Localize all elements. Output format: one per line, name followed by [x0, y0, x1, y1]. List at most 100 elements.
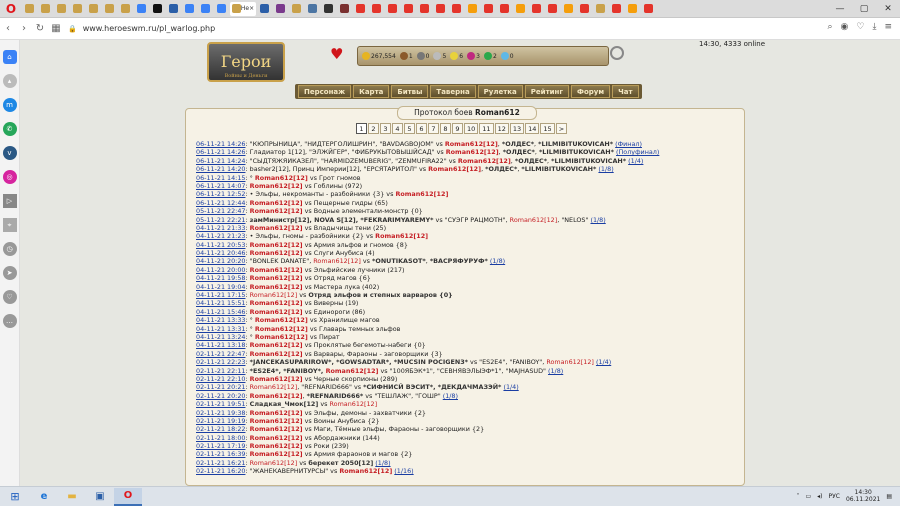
player-link[interactable]: Roman612[12]	[250, 299, 303, 307]
instagram-icon[interactable]: ◎	[2, 170, 17, 184]
windows-start-icon[interactable]: ⊞	[0, 487, 30, 506]
battle-date-link[interactable]: 02-11-21 20:20	[196, 392, 245, 400]
battle-date-link[interactable]: 02-11-21 19:38	[196, 409, 245, 417]
browser-tab[interactable]	[289, 2, 304, 16]
download-icon[interactable]: ⤓	[872, 22, 876, 32]
battle-date-link[interactable]: 04-11-21 19:58	[196, 274, 245, 282]
battle-date-link[interactable]: 06-11-21 14:20	[196, 165, 245, 173]
player-link[interactable]: Roman612[12]	[250, 224, 303, 232]
battle-date-link[interactable]: 06-11-21 14:26	[196, 148, 245, 156]
tournament-round-link[interactable]: (Финал)	[615, 140, 642, 148]
browser-tab[interactable]	[321, 2, 336, 16]
tab-close-icon[interactable]: ×	[249, 5, 254, 12]
player-link[interactable]: Roman612[12]	[250, 249, 303, 257]
battle-date-link[interactable]: 04-11-21 15:46	[196, 308, 245, 316]
menu-rating[interactable]: Рейтинг	[524, 85, 570, 98]
tournament-round-link[interactable]: (1/8)	[598, 165, 613, 173]
file-explorer-icon[interactable]: ▬	[58, 488, 86, 506]
browser-tab[interactable]	[433, 2, 448, 16]
search-icon[interactable]: ⌕	[827, 22, 832, 32]
page-link[interactable]: 8	[440, 123, 451, 134]
clock[interactable]: 14:30 06.11.2021	[846, 489, 880, 503]
battle-date-link[interactable]: 06-11-21 14:15	[196, 174, 245, 182]
volume-icon[interactable]: ◂)	[817, 493, 822, 500]
menu-battles[interactable]: Битвы	[391, 85, 429, 98]
browser-tab[interactable]	[497, 2, 512, 16]
page-link[interactable]: 14	[525, 123, 540, 134]
home-grid-icon[interactable]: ▦	[48, 23, 64, 34]
player-link[interactable]: Roman612[12]	[250, 425, 303, 433]
browser-tab[interactable]	[166, 2, 181, 16]
tournament-round-link[interactable]: (1/4)	[628, 157, 643, 165]
battle-date-link[interactable]: 04-11-21 21:33	[196, 224, 245, 232]
battle-date-link[interactable]: 02-11-21 22:23	[196, 358, 245, 366]
player-link[interactable]: Roman612[12]	[250, 417, 303, 425]
player-link[interactable]: Roman612[12]	[250, 383, 298, 391]
player-link[interactable]: Roman612[12]	[250, 182, 303, 190]
player-link[interactable]: Roman612[12]	[255, 174, 308, 182]
tournament-round-link[interactable]: (1/4)	[596, 358, 611, 366]
page-link[interactable]: 12	[494, 123, 509, 134]
battle-date-link[interactable]: 02-11-21 16:21	[196, 459, 245, 467]
tournament-round-link[interactable]: (1/8)	[375, 459, 390, 467]
opera-taskbar-icon[interactable]: O	[114, 487, 142, 506]
page-link[interactable]: 11	[479, 123, 494, 134]
browser-tab[interactable]	[182, 2, 197, 16]
battle-date-link[interactable]: 02-11-21 18:22	[196, 425, 245, 433]
browser-tab[interactable]	[577, 2, 592, 16]
battle-date-link[interactable]: 06-11-21 12:44	[196, 199, 245, 207]
browser-tab[interactable]	[625, 2, 640, 16]
player-link[interactable]: Roman612[12]	[446, 148, 499, 156]
battle-date-link[interactable]: 02-11-21 22:47	[196, 350, 245, 358]
battle-date-link[interactable]: 04-11-21 20:53	[196, 241, 245, 249]
browser-tab[interactable]	[70, 2, 85, 16]
maximize-icon[interactable]: ▢	[852, 0, 876, 18]
player-link[interactable]: Roman612[12]	[250, 266, 303, 274]
player-link[interactable]: Roman612[12]	[428, 165, 481, 173]
browser-tab[interactable]	[257, 2, 272, 16]
monitor-icon[interactable]: ▣	[86, 488, 114, 506]
player-link[interactable]: Roman612[12]	[445, 140, 498, 148]
browser-tab[interactable]	[86, 2, 101, 16]
battle-date-link[interactable]: 02-11-21 18:00	[196, 434, 245, 442]
page-link[interactable]: 5	[404, 123, 415, 134]
home-icon[interactable]: ⌂	[2, 50, 17, 64]
tournament-round-link[interactable]: (1/16)	[394, 467, 413, 475]
battle-date-link[interactable]: 02-11-21 22:10	[196, 375, 245, 383]
browser-tab[interactable]	[401, 2, 416, 16]
whatsapp-icon[interactable]: ✆	[2, 122, 17, 136]
lock-icon[interactable]: 🔒	[68, 25, 77, 33]
menu-icon[interactable]: ≡	[884, 22, 892, 32]
battle-date-link[interactable]: 05-11-21 22:47	[196, 207, 245, 215]
browser-tab[interactable]	[545, 2, 560, 16]
player-link[interactable]: Roman612[12]	[250, 409, 303, 417]
player-link[interactable]: Roman612[12]	[330, 400, 378, 408]
battle-date-link[interactable]: 04-11-21 15:51	[196, 299, 245, 307]
browser-tab[interactable]	[118, 2, 133, 16]
battle-date-link[interactable]: 04-11-21 20:46	[196, 249, 245, 257]
tournament-round-link[interactable]: (1/8)	[443, 392, 458, 400]
player-link[interactable]: Roman612[12]	[255, 325, 308, 333]
ring-icon[interactable]	[610, 46, 624, 60]
player-link[interactable]: Roman612[12]	[255, 316, 308, 324]
next-page-button[interactable]: >	[555, 123, 568, 134]
player-link[interactable]: Roman612[12]	[255, 333, 308, 341]
send-icon[interactable]: ➤	[2, 266, 17, 280]
page-link[interactable]: 15	[540, 123, 555, 134]
history-icon[interactable]: ◷	[2, 242, 17, 256]
browser-tab[interactable]	[22, 2, 37, 16]
page-link[interactable]: 4	[392, 123, 403, 134]
browser-tab[interactable]	[465, 2, 480, 16]
battle-date-link[interactable]: 04-11-21 21:23	[196, 232, 245, 240]
language-indicator[interactable]: РУС	[829, 493, 840, 500]
panel-title-player[interactable]: Roman612	[475, 108, 520, 117]
battle-date-link[interactable]: 04-11-21 13:24	[196, 333, 245, 341]
heart-icon[interactable]: ♡	[2, 290, 17, 304]
back-icon[interactable]: ‹	[0, 23, 16, 34]
browser-tab[interactable]	[54, 2, 69, 16]
browser-tab[interactable]	[305, 2, 320, 16]
player-link[interactable]: Roman612[12]	[510, 216, 558, 224]
messenger-icon[interactable]: m	[2, 98, 17, 112]
player-link[interactable]: Roman612[12]	[250, 375, 303, 383]
battle-date-link[interactable]: 04-11-21 20:00	[196, 266, 245, 274]
